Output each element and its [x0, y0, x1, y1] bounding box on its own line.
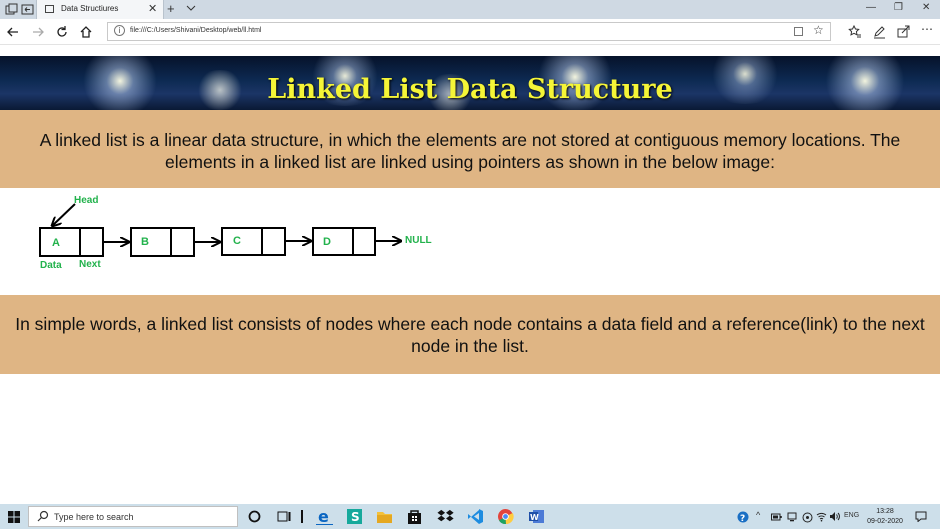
svg-text:S: S: [351, 510, 360, 524]
web-note-pen-icon[interactable]: [872, 24, 887, 39]
address-bar: i file:///C:/Users/Shivani/Desktop/web/l…: [0, 19, 940, 45]
url-text[interactable]: file:///C:/Users/Shivani/Desktop/web/ll.…: [130, 27, 262, 34]
back-arrow-icon[interactable]: [5, 24, 21, 40]
vscode-icon[interactable]: [467, 508, 484, 525]
home-icon[interactable]: [78, 24, 94, 40]
data-field-label: Data: [40, 260, 62, 271]
node-b-value: B: [141, 236, 149, 248]
battery-icon[interactable]: [771, 513, 782, 521]
help-tray-icon[interactable]: ?: [737, 511, 749, 523]
chrome-icon[interactable]: [497, 508, 514, 525]
active-tab[interactable]: Data Structiures ✕: [36, 0, 164, 19]
taskbar-divider: [301, 510, 303, 523]
forward-arrow-icon[interactable]: [30, 24, 46, 40]
node-d: D: [312, 227, 376, 256]
new-tab-button[interactable]: +: [167, 1, 175, 16]
edge-browser-icon[interactable]: e: [316, 508, 333, 525]
search-placeholder: Type here to search: [54, 512, 134, 522]
refresh-icon[interactable]: [54, 24, 70, 40]
tab-actions-icon[interactable]: [5, 3, 18, 16]
null-label: NULL: [405, 235, 432, 246]
minimize-button[interactable]: —: [866, 2, 876, 13]
linked-list-diagram: Head A B C D NULL Data Next: [39, 195, 432, 271]
svg-text:e: e: [318, 508, 329, 525]
clock-date: 09-02-2020: [867, 518, 903, 525]
summary-paragraph: In simple words, a linked list consists …: [15, 314, 925, 356]
node-b: B: [130, 227, 195, 257]
word-icon[interactable]: W: [528, 508, 545, 525]
dropbox-icon[interactable]: [437, 508, 454, 525]
favorites-hub-icon[interactable]: [847, 24, 862, 39]
wifi-icon[interactable]: [816, 511, 827, 522]
windows-start-icon[interactable]: [8, 511, 20, 523]
app-s-icon[interactable]: S: [346, 508, 363, 525]
show-hidden-icons-chevron-icon[interactable]: ^: [756, 510, 760, 520]
page-icon: [45, 5, 54, 13]
clock-time: 13:28: [876, 508, 894, 515]
page-title: Linked List Data Structure: [267, 74, 673, 105]
node-a-value: A: [52, 237, 60, 249]
cortana-icon[interactable]: [246, 508, 263, 525]
task-view-icon[interactable]: [276, 508, 293, 525]
tab-bar: Data Structiures ✕ + — ❐ ✕: [0, 0, 940, 19]
tab-title: Data Structiures: [61, 4, 119, 13]
taskbar-search-box[interactable]: Type here to search: [28, 506, 238, 527]
summary-section: In simple words, a linked list consists …: [0, 295, 940, 374]
share-icon[interactable]: [896, 24, 911, 39]
system-clock[interactable]: 13:28 09-02-2020: [860, 507, 910, 527]
network-icon[interactable]: [787, 512, 797, 522]
tab-close-button[interactable]: ✕: [148, 2, 157, 15]
more-options-icon[interactable]: ⋯: [921, 22, 933, 36]
language-indicator[interactable]: ENG: [844, 512, 859, 519]
intro-paragraph: A linked list is a linear data structure…: [39, 130, 901, 172]
svg-text:?: ?: [740, 514, 745, 523]
volume-icon[interactable]: [829, 511, 840, 522]
url-field[interactable]: i file:///C:/Users/Shivani/Desktop/web/l…: [107, 22, 831, 41]
windows-taskbar: Type here to search e S W ? ^ ENG 13:28 …: [0, 504, 940, 529]
reading-view-icon[interactable]: [794, 27, 803, 36]
node-c-value: C: [233, 235, 241, 247]
node-a: A: [39, 227, 104, 257]
intro-section: A linked list is a linear data structure…: [0, 110, 940, 188]
next-field-label: Next: [79, 259, 101, 270]
restore-button[interactable]: ❐: [894, 2, 903, 13]
store-icon[interactable]: [406, 508, 423, 525]
page-content: Linked List Data Structure A linked list…: [0, 56, 940, 504]
title-banner: Linked List Data Structure: [0, 56, 940, 110]
favorite-star-icon[interactable]: ☆: [813, 23, 824, 37]
node-d-value: D: [323, 236, 331, 248]
tab-preview-chevron-icon[interactable]: [186, 3, 196, 13]
head-arrow: [52, 203, 76, 226]
node-c: C: [221, 227, 286, 256]
head-label: Head: [74, 195, 98, 206]
svg-text:W: W: [530, 513, 539, 522]
file-explorer-icon[interactable]: [376, 508, 393, 525]
action-center-icon[interactable]: [915, 511, 927, 522]
set-aside-tabs-icon[interactable]: [21, 3, 34, 16]
site-info-icon[interactable]: i: [114, 25, 125, 36]
search-icon: [37, 510, 49, 522]
close-window-button[interactable]: ✕: [922, 2, 930, 13]
onedrive-icon[interactable]: [802, 512, 813, 523]
